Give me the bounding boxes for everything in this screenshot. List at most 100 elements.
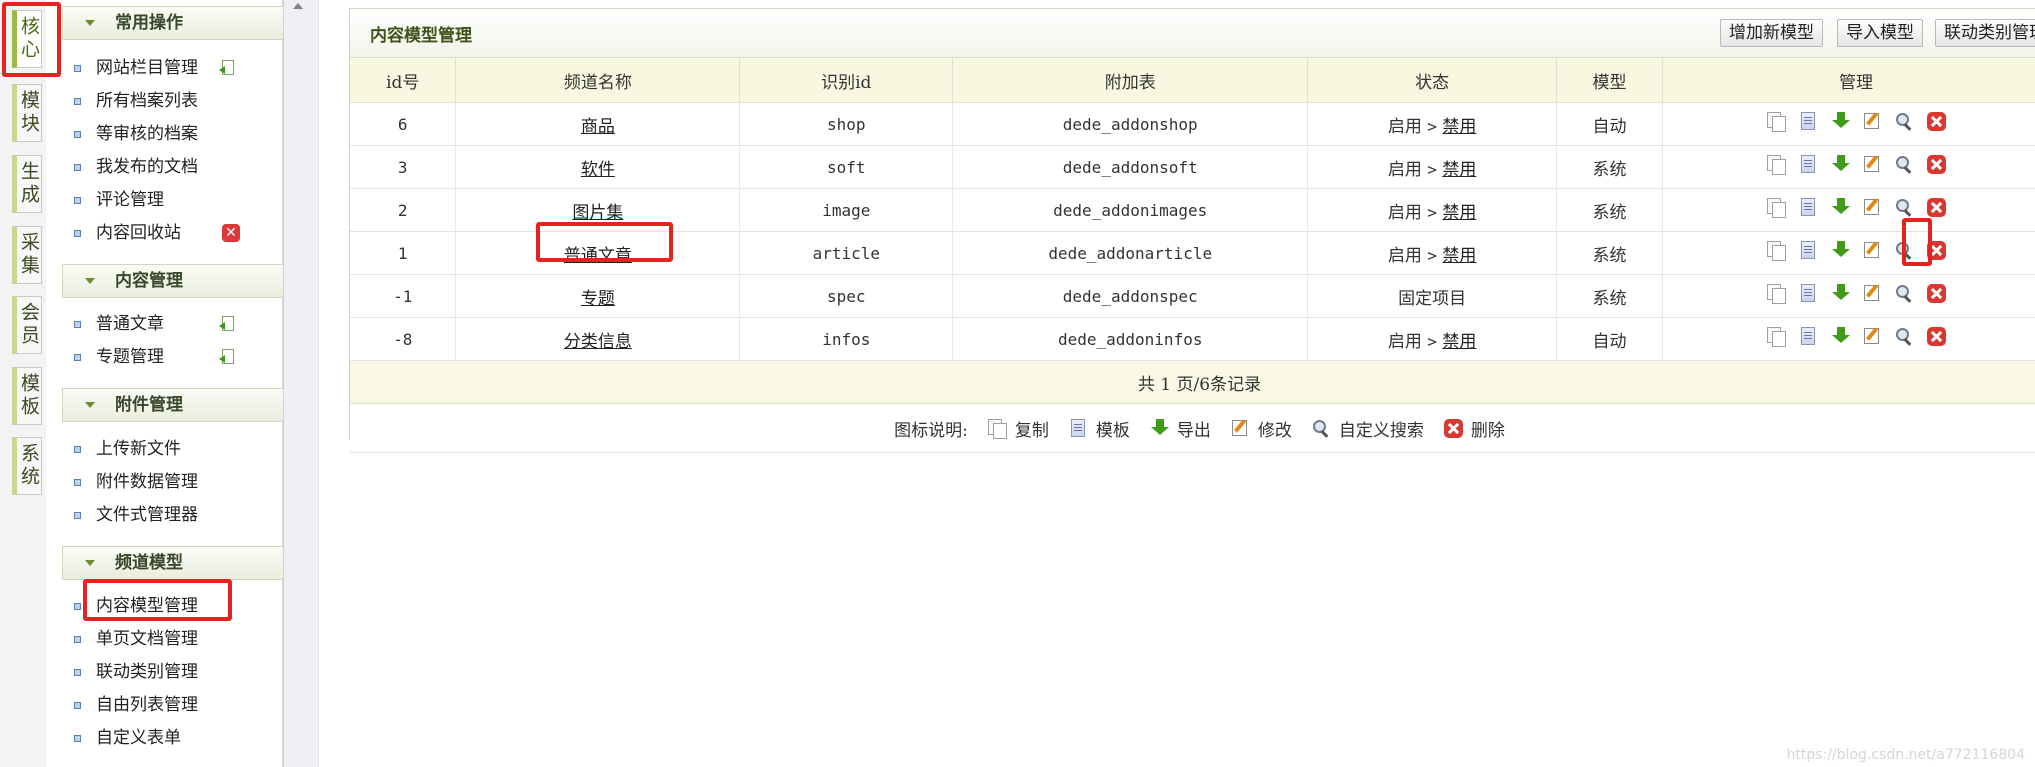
export-icon[interactable] bbox=[1831, 198, 1850, 217]
channel-name-link[interactable]: 商品 bbox=[581, 117, 615, 137]
vtab-collect[interactable]: 采集 bbox=[12, 226, 42, 284]
add-document-icon[interactable] bbox=[219, 316, 235, 332]
disable-link[interactable]: 禁用 bbox=[1442, 203, 1476, 223]
disable-link[interactable]: 禁用 bbox=[1442, 117, 1476, 137]
menu-item-single-pages[interactable]: 单页文档管理 bbox=[74, 626, 198, 652]
search-icon bbox=[1312, 419, 1331, 438]
search-icon[interactable] bbox=[1895, 241, 1914, 260]
linkage-category-button[interactable]: 联动类别管理 bbox=[1935, 19, 2035, 47]
menu-group-common[interactable]: 常用操作 bbox=[62, 6, 316, 40]
menu-item-site-columns[interactable]: 网站栏目管理 bbox=[74, 55, 198, 81]
delete-icon bbox=[1443, 418, 1463, 438]
cell-nid: spec bbox=[739, 274, 954, 318]
template-icon[interactable] bbox=[1799, 112, 1818, 131]
menu-item-linkage-categories[interactable]: 联动类别管理 bbox=[74, 659, 198, 685]
search-icon[interactable] bbox=[1895, 198, 1914, 217]
channel-name-link[interactable]: 分类信息 bbox=[564, 332, 632, 352]
clear-recycle-icon[interactable]: ✕ bbox=[222, 224, 240, 242]
cell-addtable: dede_addonshop bbox=[952, 102, 1309, 146]
copy-icon[interactable] bbox=[1766, 155, 1786, 175]
channel-name-link[interactable]: 普通文章 bbox=[564, 246, 632, 266]
edit-icon[interactable] bbox=[1863, 155, 1882, 174]
edit-icon bbox=[1231, 419, 1250, 438]
menu-item-recycle-bin[interactable]: 内容回收站 bbox=[74, 220, 181, 246]
bullet-icon bbox=[74, 98, 81, 105]
cell-model: 自动 bbox=[1556, 317, 1664, 361]
bullet-icon bbox=[74, 603, 81, 610]
export-icon[interactable] bbox=[1831, 284, 1850, 303]
template-icon[interactable] bbox=[1799, 327, 1818, 346]
menu-group-attachments[interactable]: 附件管理 bbox=[62, 388, 316, 422]
channel-name-link[interactable]: 软件 bbox=[581, 160, 615, 180]
vtab-core[interactable]: 核心 bbox=[12, 10, 42, 68]
menu-group-content[interactable]: 内容管理 bbox=[62, 264, 316, 298]
template-icon[interactable] bbox=[1799, 198, 1818, 217]
export-icon[interactable] bbox=[1831, 327, 1850, 346]
cell-actions bbox=[1662, 274, 2035, 318]
delete-icon[interactable] bbox=[1926, 112, 1946, 131]
delete-icon[interactable] bbox=[1926, 155, 1946, 174]
bullet-icon bbox=[74, 197, 81, 204]
copy-icon[interactable] bbox=[1766, 327, 1786, 347]
edit-icon[interactable] bbox=[1863, 112, 1882, 131]
vtab-members[interactable]: 会员 bbox=[12, 296, 42, 354]
template-icon[interactable] bbox=[1799, 284, 1818, 303]
menu-item-custom-forms[interactable]: 自定义表单 bbox=[74, 725, 181, 751]
menu-item-label: 网站栏目管理 bbox=[96, 58, 198, 78]
state-enabled: 启用 bbox=[1387, 245, 1422, 266]
vtab-templates[interactable]: 模板 bbox=[12, 367, 42, 425]
channel-name-link[interactable]: 专题 bbox=[581, 289, 615, 309]
menu-item-upload-file[interactable]: 上传新文件 bbox=[74, 436, 181, 462]
menu-item-all-archives[interactable]: 所有档案列表 bbox=[74, 88, 198, 114]
channel-name-link[interactable]: 图片集 bbox=[572, 203, 623, 223]
delete-icon[interactable] bbox=[1926, 198, 1946, 217]
add-model-button[interactable]: 增加新模型 bbox=[1720, 19, 1823, 47]
cell-id: 2 bbox=[350, 188, 457, 232]
copy-icon[interactable] bbox=[1766, 112, 1786, 132]
edit-icon[interactable] bbox=[1863, 241, 1882, 260]
copy-icon[interactable] bbox=[1766, 198, 1786, 218]
search-icon[interactable] bbox=[1895, 327, 1914, 346]
menu-item-free-lists[interactable]: 自由列表管理 bbox=[74, 692, 198, 718]
template-icon[interactable] bbox=[1799, 241, 1818, 260]
table-row: -1 专题 spec dede_addonspec 固定项目 系统 bbox=[350, 274, 2035, 318]
copy-icon[interactable] bbox=[1766, 241, 1786, 261]
cell-state: 启用 > 禁用 bbox=[1307, 102, 1558, 146]
menu-item-my-documents[interactable]: 我发布的文档 bbox=[74, 154, 198, 180]
vtab-generate[interactable]: 生成 bbox=[12, 155, 42, 213]
search-icon[interactable] bbox=[1895, 155, 1914, 174]
template-icon[interactable] bbox=[1799, 155, 1818, 174]
edit-icon[interactable] bbox=[1863, 327, 1882, 346]
menu-item-file-manager[interactable]: 文件式管理器 bbox=[74, 502, 198, 528]
bullet-icon bbox=[74, 669, 81, 676]
import-model-button[interactable]: 导入模型 bbox=[1837, 19, 1923, 47]
menu-item-attachment-data[interactable]: 附件数据管理 bbox=[74, 469, 198, 495]
frame-splitter[interactable] bbox=[283, 0, 319, 767]
menu-group-channel-models[interactable]: 频道模型 bbox=[62, 546, 316, 580]
menu-item-comments[interactable]: 评论管理 bbox=[74, 187, 164, 213]
delete-icon[interactable] bbox=[1926, 241, 1946, 260]
disable-link[interactable]: 禁用 bbox=[1442, 246, 1476, 266]
search-icon[interactable] bbox=[1895, 112, 1914, 131]
disable-link[interactable]: 禁用 bbox=[1442, 332, 1476, 352]
vtab-modules[interactable]: 模块 bbox=[12, 84, 42, 142]
export-icon[interactable] bbox=[1831, 241, 1850, 260]
cell-state: 启用 > 禁用 bbox=[1307, 231, 1558, 275]
delete-icon[interactable] bbox=[1926, 284, 1946, 303]
add-document-icon[interactable] bbox=[219, 60, 235, 76]
copy-icon[interactable] bbox=[1766, 284, 1786, 304]
delete-icon[interactable] bbox=[1926, 327, 1946, 346]
edit-icon[interactable] bbox=[1863, 284, 1882, 303]
edit-icon[interactable] bbox=[1863, 198, 1882, 217]
search-icon[interactable] bbox=[1895, 284, 1914, 303]
vtab-system[interactable]: 系统 bbox=[12, 437, 42, 495]
menu-item-articles[interactable]: 普通文章 bbox=[74, 311, 164, 337]
disable-link[interactable]: 禁用 bbox=[1442, 160, 1476, 180]
menu-item-content-models[interactable]: 内容模型管理 bbox=[74, 593, 198, 619]
menu-item-topics[interactable]: 专题管理 bbox=[74, 344, 164, 370]
add-document-icon[interactable] bbox=[219, 349, 235, 365]
arrow-up-icon[interactable] bbox=[293, 3, 303, 9]
export-icon[interactable] bbox=[1831, 155, 1850, 174]
export-icon[interactable] bbox=[1831, 112, 1850, 131]
menu-item-pending-archives[interactable]: 等审核的档案 bbox=[74, 121, 198, 147]
